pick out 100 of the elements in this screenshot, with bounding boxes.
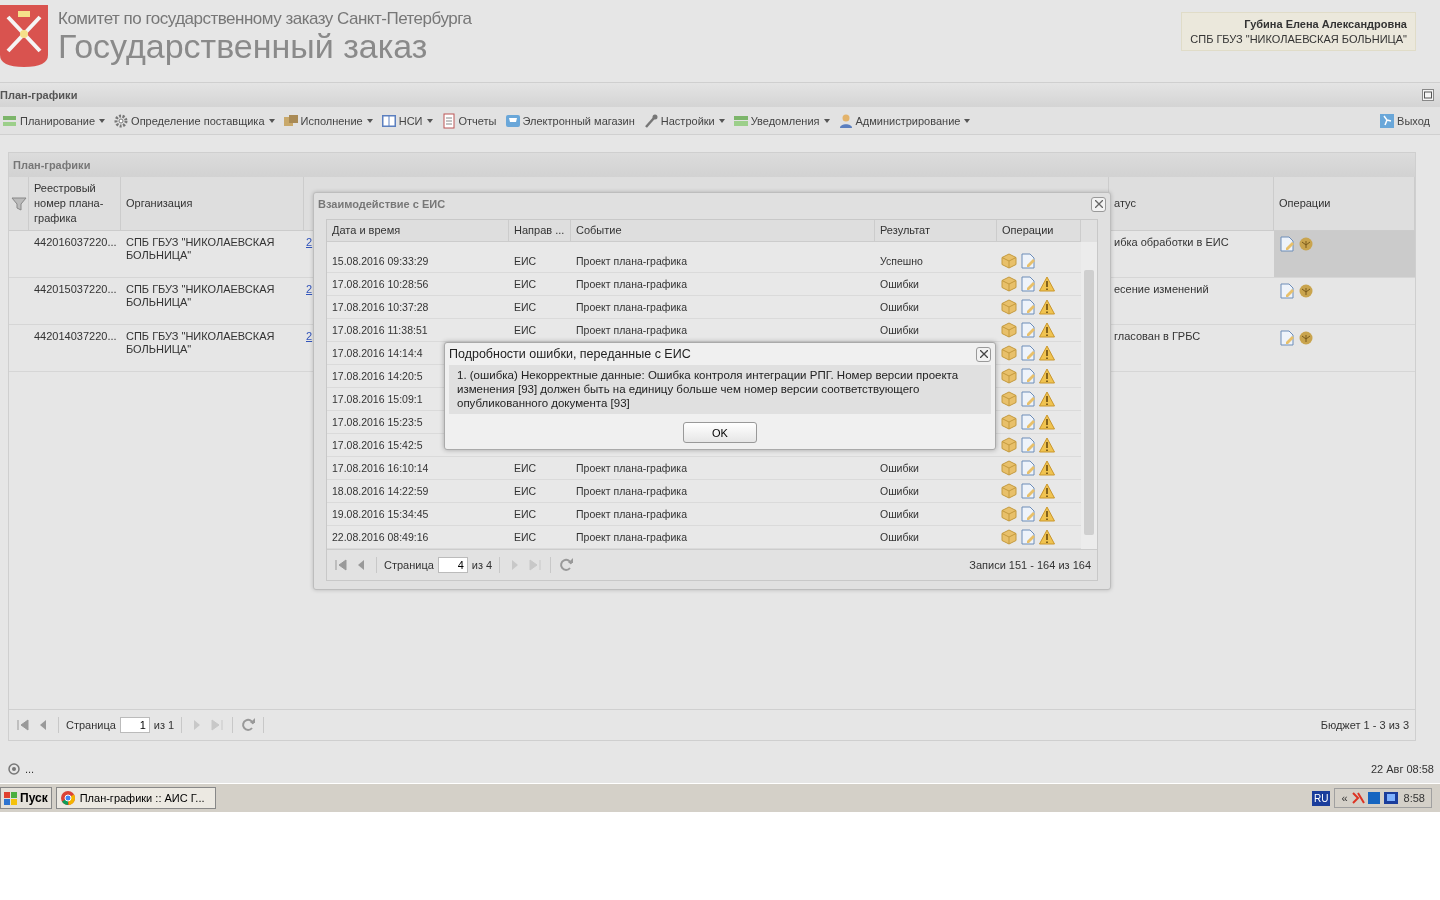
emblem-icon [1298,283,1314,299]
warning-icon [1039,483,1055,499]
table-cell: 17.08.2016 14:14:4 [332,347,423,359]
edit-document-icon [1020,276,1036,292]
table-cell: ЕИС [514,301,537,313]
dropdown-caret-icon [823,118,830,123]
user-name: Губина Елена Александровна [1244,18,1407,30]
browser-icon [60,791,75,805]
package-icon [1001,414,1017,430]
dropdown-caret-icon [426,118,433,123]
page-input[interactable]: 1 [119,717,150,733]
coat-of-arms-logo [0,5,48,67]
close-icon [1094,200,1103,208]
paging-summary: Бюджет 1 - 3 из 3 [1320,719,1409,731]
table-cell: Проект плана-графика [576,301,687,313]
edit-document-icon [1020,253,1036,269]
menu-item[interactable]: НСИ [378,112,435,129]
ok-button[interactable]: OK [683,422,757,443]
warning-icon [1039,368,1055,384]
table-cell: ЕИС [514,324,537,336]
panel-title: План-графики [9,153,1415,177]
package-icon [1001,529,1017,545]
warning-icon [1039,529,1055,545]
table-cell: 17.08.2016 10:37:28 [332,301,429,313]
column-header[interactable]: Операции [997,220,1081,242]
column-header[interactable]: Организация [121,177,304,231]
close-button[interactable] [1091,196,1106,212]
page-input[interactable]: 4 [437,557,468,573]
column-header[interactable]: атус [1109,177,1274,231]
warning-icon [1039,460,1055,476]
table-cell: 17.08.2016 15:09:1 [332,393,423,405]
column-header[interactable]: Результат [875,220,997,242]
page-count: из 4 [471,559,493,571]
warning-icon [1039,414,1055,430]
table-cell: СПБ ГБУЗ "НИКОЛАЕВСКАЯ БОЛЬНИЦА" [121,278,304,325]
table-cell: 18.08.2016 14:22:59 [332,485,429,497]
column-header[interactable]: Событие [571,220,875,242]
section-title: План-графики [0,89,78,101]
plan-link[interactable]: 2 [306,283,313,295]
table-cell: ЕИС [514,531,537,543]
table-cell: 17.08.2016 15:42:5 [332,439,423,451]
menu-item[interactable]: Администрирование [835,112,973,129]
table-cell: 442015037220... [29,278,121,325]
table-cell: ЕИС [514,508,537,520]
column-header[interactable]: Дата и время [327,220,509,242]
user-organization: СПБ ГБУЗ "НИКОЛАЕВСКАЯ БОЛЬНИЦА" [1190,33,1407,45]
refresh-icon [558,557,575,573]
start-button[interactable]: Пуск [0,787,52,809]
menu-item[interactable]: Планирование [0,112,108,129]
table-cell: 17.08.2016 10:28:56 [332,278,429,290]
edit-document-icon [1020,322,1036,338]
package-icon [1001,460,1017,476]
plan-link[interactable]: 2 [306,236,313,248]
menu-item[interactable]: Настройки [640,112,727,129]
maximize-icon[interactable] [1422,89,1434,101]
dropdown-caret-icon [366,118,373,123]
edit-document-icon [1020,391,1036,407]
exit-button[interactable]: Выход [1377,112,1432,129]
edit-document-icon [1020,529,1036,545]
menu-item-icon [380,112,397,129]
table-cell: Проект плана-графика [576,255,687,267]
table-cell: ЕИС [514,462,537,474]
table-cell: Ошибки [880,462,919,474]
edit-document-icon [1020,483,1036,499]
edit-document-icon [1020,299,1036,315]
table-cell: 17.08.2016 16:10:14 [332,462,429,474]
vertical-scrollbar[interactable] [1081,242,1097,549]
package-icon [1001,276,1017,292]
close-icon [979,350,988,358]
status-icon [6,761,22,777]
package-icon [1001,299,1017,315]
page-label: Страница [66,719,116,731]
menu-item[interactable]: Электронный магазин [502,112,637,129]
table-cell: 442016037220... [29,231,121,278]
column-header[interactable]: Направ ... [509,220,571,242]
table-cell: Ошибки [880,485,919,497]
menu-item-icon [837,112,854,129]
table-cell: ЕИС [514,485,537,497]
first-page-icon [333,557,349,573]
language-indicator[interactable]: RU [1312,790,1331,806]
dropdown-caret-icon [268,118,275,123]
package-icon [1001,437,1017,453]
emblem-icon [1298,330,1314,346]
menu-item[interactable]: Уведомления [730,112,832,129]
taskbar-window-button[interactable]: План-графики :: АИС Г... [55,787,216,809]
tray-expand-button[interactable]: « [1341,792,1348,804]
plan-link[interactable]: 2 [306,330,313,342]
column-header[interactable]: Операции [1274,177,1415,231]
menu-item[interactable]: Исполнение [280,112,375,129]
table-cell: ЕИС [514,278,537,290]
tray-apps-icon[interactable] [1351,791,1400,805]
menu-item[interactable]: Определение поставщика [111,112,277,129]
warning-icon [1039,322,1055,338]
first-page-icon [15,717,31,733]
menu-item[interactable]: Отчеты [438,112,499,129]
warning-icon [1039,276,1055,292]
column-header[interactable]: Реестровый номер плана-графика [29,177,121,231]
close-button[interactable] [976,346,991,362]
package-icon [1001,368,1017,384]
menu-item-icon [440,112,457,129]
